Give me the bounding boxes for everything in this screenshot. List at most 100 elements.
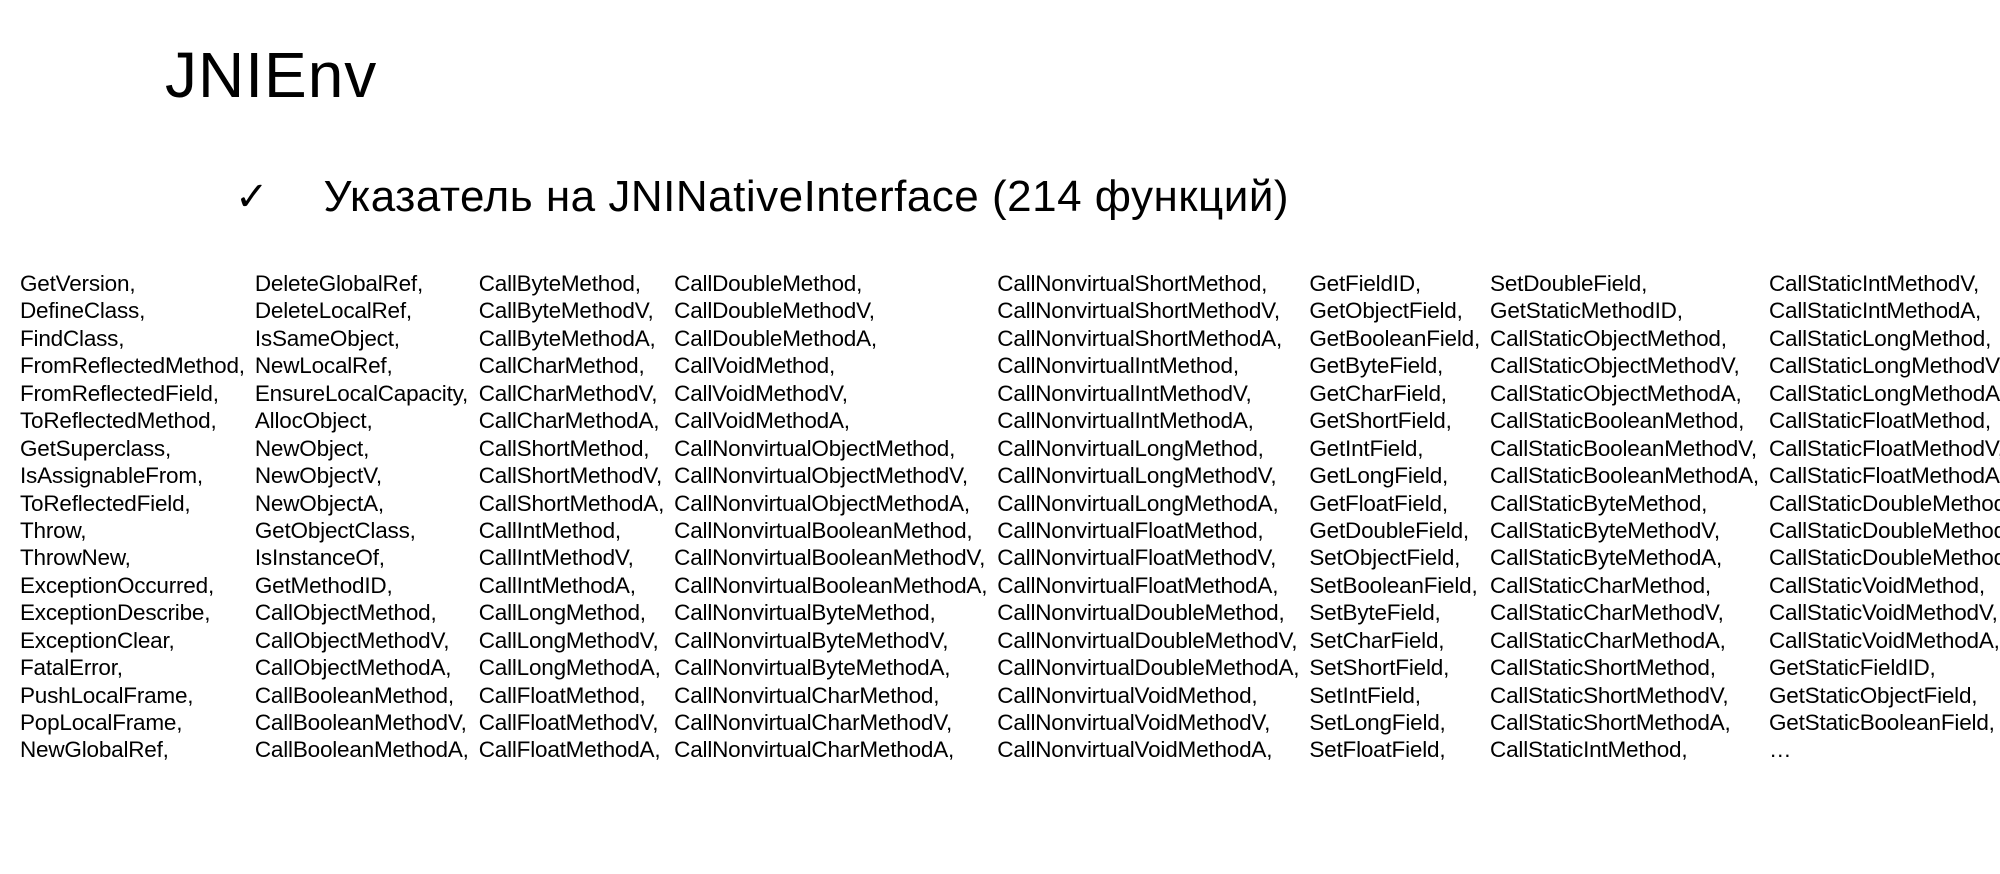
function-name: CallNonvirtualBooleanMethodV, xyxy=(674,544,987,571)
function-name: CallNonvirtualFloatMethodV, xyxy=(997,544,1299,571)
function-name: PushLocalFrame, xyxy=(20,682,245,709)
function-name: CallStaticBooleanMethodV, xyxy=(1490,435,1759,462)
slide-title: JNIEnv xyxy=(165,38,1980,112)
function-name: GetLongField, xyxy=(1309,462,1480,489)
function-name: CallVoidMethodA, xyxy=(674,407,987,434)
function-name: GetFieldID, xyxy=(1309,270,1480,297)
function-name: DeleteGlobalRef, xyxy=(255,270,469,297)
function-name: GetIntField, xyxy=(1309,435,1480,462)
function-name: SetLongField, xyxy=(1309,709,1480,736)
function-name: SetFloatField, xyxy=(1309,736,1480,763)
function-name: SetObjectField, xyxy=(1309,544,1480,571)
function-name: IsSameObject, xyxy=(255,325,469,352)
function-name: CallDoubleMethod, xyxy=(674,270,987,297)
function-name: SetShortField, xyxy=(1309,654,1480,681)
function-name: EnsureLocalCapacity, xyxy=(255,380,469,407)
function-name: CallDoubleMethodA, xyxy=(674,325,987,352)
function-name: CallStaticByteMethodV, xyxy=(1490,517,1759,544)
function-name: ToReflectedMethod, xyxy=(20,407,245,434)
function-column: CallDoubleMethod,CallDoubleMethodV,CallD… xyxy=(674,270,987,764)
function-name: SetDoubleField, xyxy=(1490,270,1759,297)
function-name: CallNonvirtualLongMethod, xyxy=(997,435,1299,462)
function-name: GetFloatField, xyxy=(1309,490,1480,517)
function-name: GetStaticFieldID, xyxy=(1769,654,2000,681)
function-name: CallNonvirtualDoubleMethodV, xyxy=(997,627,1299,654)
function-name: CallNonvirtualLongMethodA, xyxy=(997,490,1299,517)
function-name: CallStaticCharMethodA, xyxy=(1490,627,1759,654)
function-name: CallCharMethod, xyxy=(479,352,664,379)
function-name: CallStaticVoidMethodA, xyxy=(1769,627,2000,654)
check-icon: ✓ xyxy=(235,174,269,220)
function-name: CallNonvirtualShortMethod, xyxy=(997,270,1299,297)
function-name: CallStaticDoubleMethod, xyxy=(1769,490,2000,517)
function-name: CallStaticObjectMethodV, xyxy=(1490,352,1759,379)
function-name: PopLocalFrame, xyxy=(20,709,245,736)
function-name: NewObjectA, xyxy=(255,490,469,517)
function-name: IsAssignableFrom, xyxy=(20,462,245,489)
function-name: ExceptionOccurred, xyxy=(20,572,245,599)
function-name: CallStaticFloatMethodA, xyxy=(1769,462,2000,489)
function-name: FromReflectedField, xyxy=(20,380,245,407)
function-name: CallNonvirtualVoidMethodV, xyxy=(997,709,1299,736)
subtitle-row: ✓ Указатель на JNINativeInterface (214 ф… xyxy=(235,172,1980,222)
function-name: GetCharField, xyxy=(1309,380,1480,407)
function-name: CallNonvirtualBooleanMethodA, xyxy=(674,572,987,599)
function-name: CallNonvirtualShortMethodA, xyxy=(997,325,1299,352)
function-name: … xyxy=(1769,736,2000,763)
function-name: CallFloatMethodA, xyxy=(479,736,664,763)
function-column: DeleteGlobalRef,DeleteLocalRef,IsSameObj… xyxy=(255,270,469,764)
function-name: CallNonvirtualDoubleMethodA, xyxy=(997,654,1299,681)
function-name: CallStaticLongMethodA, xyxy=(1769,380,2000,407)
function-name: CallNonvirtualIntMethodV, xyxy=(997,380,1299,407)
function-name: CallNonvirtualCharMethod, xyxy=(674,682,987,709)
function-name: CallNonvirtualVoidMethodA, xyxy=(997,736,1299,763)
function-column: GetFieldID,GetObjectField,GetBooleanFiel… xyxy=(1309,270,1480,764)
function-name: CallIntMethodA, xyxy=(479,572,664,599)
function-column: GetVersion,DefineClass,FindClass,FromRef… xyxy=(20,270,245,764)
function-name: CallNonvirtualObjectMethodV, xyxy=(674,462,987,489)
function-name: CallStaticByteMethodA, xyxy=(1490,544,1759,571)
function-name: CallBooleanMethodV, xyxy=(255,709,469,736)
function-name: CallNonvirtualLongMethodV, xyxy=(997,462,1299,489)
function-column: SetDoubleField,GetStaticMethodID, CallSta… xyxy=(1490,270,1759,764)
function-name: CallLongMethod, xyxy=(479,599,664,626)
function-name: CallShortMethodV, xyxy=(479,462,664,489)
function-name: CallStaticByteMethod, xyxy=(1490,490,1759,517)
function-name: CallNonvirtualFloatMethodA, xyxy=(997,572,1299,599)
function-name: CallObjectMethodA, xyxy=(255,654,469,681)
function-name: GetByteField, xyxy=(1309,352,1480,379)
function-name: CallIntMethodV, xyxy=(479,544,664,571)
function-name: CallByteMethod, xyxy=(479,270,664,297)
function-name: CallShortMethod, xyxy=(479,435,664,462)
function-name: CallNonvirtualCharMethodA, xyxy=(674,736,987,763)
function-name: IsInstanceOf, xyxy=(255,544,469,571)
function-name: FromReflectedMethod, xyxy=(20,352,245,379)
function-name: GetStaticMethodID, xyxy=(1490,297,1759,324)
function-name: CallStaticFloatMethodV, xyxy=(1769,435,2000,462)
function-name: CallNonvirtualDoubleMethod, xyxy=(997,599,1299,626)
subtitle-text: Указатель на JNINativeInterface (214 фун… xyxy=(324,172,1290,222)
function-name: CallStaticShortMethod, xyxy=(1490,654,1759,681)
function-name: CallLongMethodA, xyxy=(479,654,664,681)
function-name: CallBooleanMethod, xyxy=(255,682,469,709)
function-name: DefineClass, xyxy=(20,297,245,324)
function-name: GetSuperclass, xyxy=(20,435,245,462)
function-name: CallNonvirtualCharMethodV, xyxy=(674,709,987,736)
function-name: CallStaticBooleanMethodA, xyxy=(1490,462,1759,489)
function-name: CallStaticCharMethodV, xyxy=(1490,599,1759,626)
function-name: CallBooleanMethodA, xyxy=(255,736,469,763)
function-name: CallStaticShortMethodV, xyxy=(1490,682,1759,709)
function-name: ToReflectedField, xyxy=(20,490,245,517)
function-name: CallNonvirtualObjectMethodA, xyxy=(674,490,987,517)
function-name: CallFloatMethod, xyxy=(479,682,664,709)
function-column: CallNonvirtualShortMethod, CallNonvirtual… xyxy=(997,270,1299,764)
function-name: CallCharMethodA, xyxy=(479,407,664,434)
function-name: SetCharField, xyxy=(1309,627,1480,654)
function-name: CallObjectMethodV, xyxy=(255,627,469,654)
function-name: GetObjectField, xyxy=(1309,297,1480,324)
function-name: CallStaticDoubleMethodA, xyxy=(1769,544,2000,571)
function-name: CallStaticDoubleMethodV, xyxy=(1769,517,2000,544)
function-name: CallStaticIntMethodV, xyxy=(1769,270,2000,297)
function-name: CallStaticBooleanMethod, xyxy=(1490,407,1759,434)
function-name: CallNonvirtualIntMethodA, xyxy=(997,407,1299,434)
